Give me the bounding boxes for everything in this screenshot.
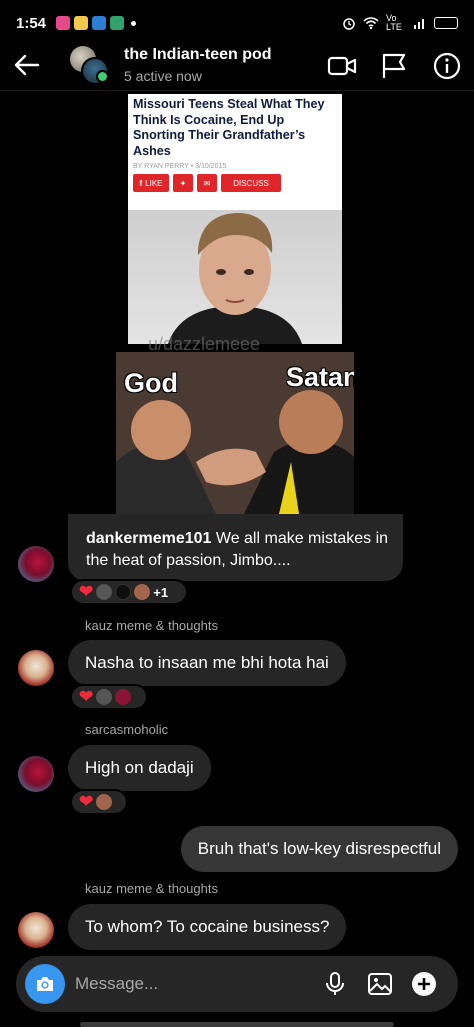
mugshot-photo bbox=[128, 210, 342, 344]
home-indicator bbox=[80, 1022, 394, 1027]
discuss-badge: DISCUSS bbox=[221, 174, 281, 192]
system-icons: Vo LTE bbox=[342, 14, 458, 32]
chat-title-block[interactable]: the Indian-teen pod 5 active now bbox=[124, 46, 272, 84]
message-bubble[interactable]: High on dadaji bbox=[68, 745, 211, 791]
sender-name: kauz meme & thoughts bbox=[85, 881, 218, 896]
article-byline: BY RYAN PERRY • 3/10/2015 bbox=[133, 163, 227, 170]
group-avatar[interactable] bbox=[70, 46, 110, 86]
active-status: 5 active now bbox=[124, 68, 202, 84]
reaction-extra-count: +1 bbox=[153, 584, 169, 600]
camera-icon bbox=[37, 977, 53, 991]
reactor-avatar bbox=[96, 689, 113, 705]
message-composer: Message... bbox=[16, 956, 458, 1012]
download-icon bbox=[110, 16, 125, 30]
camera-button[interactable] bbox=[25, 964, 65, 1004]
avatar[interactable] bbox=[18, 912, 54, 948]
plus-icon[interactable] bbox=[410, 970, 438, 998]
info-icon[interactable] bbox=[431, 50, 463, 82]
message-bubble[interactable]: To whom? To cocaine business? bbox=[68, 904, 347, 950]
meme-label-god: God bbox=[124, 368, 178, 398]
status-bar: 1:54 Vo LTE bbox=[0, 0, 474, 46]
heart-reaction-icon: ❤ bbox=[79, 582, 94, 601]
news-article-screenshot: Missouri Teens Steal What They Think Is … bbox=[128, 94, 342, 344]
outgoing-message-bubble[interactable]: Bruh that's low-key disrespectful bbox=[180, 826, 458, 872]
shared-post[interactable]: Missouri Teens Steal What They Think Is … bbox=[68, 94, 403, 581]
reactor-avatar bbox=[115, 584, 132, 600]
heart-reaction-icon: ❤ bbox=[79, 687, 94, 706]
microphone-icon[interactable] bbox=[321, 970, 349, 998]
message-bubble[interactable]: Nasha to insaan me bhi hota hai bbox=[68, 640, 346, 686]
post-image[interactable]: Missouri Teens Steal What They Think Is … bbox=[68, 94, 403, 514]
flag-icon[interactable] bbox=[378, 50, 410, 82]
app-notification-icon bbox=[74, 16, 89, 30]
header-divider bbox=[0, 90, 474, 91]
watermark: u/dazzlemeee bbox=[148, 334, 261, 354]
message-input[interactable]: Message... bbox=[75, 974, 158, 994]
battery-icon bbox=[434, 17, 458, 29]
teen-face-illustration bbox=[168, 213, 302, 344]
reaction-bar[interactable]: ❤ bbox=[70, 789, 128, 815]
caption-username[interactable]: dankermeme101 bbox=[86, 530, 211, 547]
back-arrow-icon[interactable] bbox=[12, 50, 42, 80]
network-label: Vo LTE bbox=[386, 13, 402, 32]
discuss-label: DISCUSS bbox=[233, 178, 269, 188]
avatar[interactable] bbox=[18, 650, 54, 686]
article-share-buttons: f LIKE ✦ ✉ DISCUSS bbox=[128, 174, 342, 192]
wifi-icon bbox=[363, 17, 379, 30]
chat-title: the Indian-teen pod bbox=[124, 46, 272, 63]
reactor-avatar bbox=[96, 794, 113, 810]
notification-icons bbox=[56, 16, 137, 30]
status-time: 1:54 bbox=[16, 14, 47, 32]
video-call-icon[interactable] bbox=[326, 50, 358, 82]
sender-name: sarcasmoholic bbox=[85, 722, 169, 737]
god-satan-meme: God Satan bbox=[116, 352, 354, 514]
chat-header: the Indian-teen pod 5 active now bbox=[0, 46, 474, 90]
like-label: LIKE bbox=[145, 178, 163, 188]
sender-name: kauz meme & thoughts bbox=[85, 618, 218, 633]
gallery-icon[interactable] bbox=[366, 970, 394, 998]
online-indicator bbox=[96, 70, 109, 83]
avatar[interactable] bbox=[18, 756, 54, 792]
reaction-bar[interactable]: ❤ bbox=[70, 684, 148, 710]
facebook-like-badge: f LIKE bbox=[133, 174, 169, 192]
post-caption: dankermeme101 We all make mistakes in th… bbox=[86, 528, 391, 572]
alarm-icon bbox=[343, 18, 355, 30]
avatar[interactable] bbox=[18, 546, 54, 582]
reactor-avatar bbox=[115, 689, 132, 705]
app-notification-icon bbox=[92, 16, 107, 30]
twitter-icon: ✦ bbox=[173, 174, 193, 192]
reactor-avatar bbox=[134, 584, 151, 600]
app-notification-icon bbox=[56, 16, 71, 30]
more-notifications-dot-icon bbox=[131, 20, 137, 26]
heart-reaction-icon: ❤ bbox=[79, 792, 94, 811]
signal-icon bbox=[414, 19, 424, 29]
meme-label-satan: Satan bbox=[286, 362, 354, 392]
reactor-avatar bbox=[96, 584, 113, 600]
article-headline: Missouri Teens Steal What They Think Is … bbox=[133, 97, 325, 158]
reaction-bar[interactable]: ❤ +1 bbox=[70, 579, 188, 605]
email-icon: ✉ bbox=[197, 174, 217, 192]
